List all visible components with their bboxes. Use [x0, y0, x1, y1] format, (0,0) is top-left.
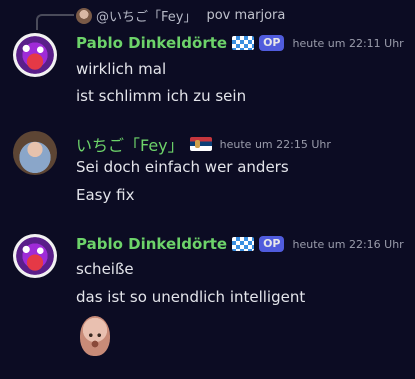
serbia-flag-icon — [189, 137, 212, 151]
avatar[interactable] — [13, 131, 57, 175]
username[interactable]: Pablo Dinkeldörte — [76, 235, 227, 253]
reply-reference[interactable]: @いちご「Fey」 pov marjora — [76, 6, 285, 25]
bavaria-flag-icon — [232, 36, 255, 50]
avatar[interactable] — [13, 33, 57, 77]
message-line: das ist so unendlich intelligent — [76, 288, 306, 306]
message-line: ist schlimm ich zu sein — [76, 87, 247, 105]
message-header: いちご「Fey」 heute um 22:15 Uhr — [76, 132, 331, 156]
message-header: Pablo Dinkeldörte OP heute um 22:16 Uhr — [76, 235, 404, 253]
timestamp: heute um 22:15 Uhr — [219, 137, 331, 151]
timestamp: heute um 22:16 Uhr — [292, 237, 404, 251]
message-line: Easy fix — [76, 186, 135, 204]
reply-connector — [36, 14, 74, 30]
message-header: Pablo Dinkeldörte OP heute um 22:11 Uhr — [76, 34, 404, 52]
username[interactable]: Pablo Dinkeldörte — [76, 34, 227, 52]
message-line: Sei doch einfach wer anders — [76, 158, 289, 176]
bald-head-emoji[interactable] — [80, 316, 110, 356]
op-badge: OP — [259, 236, 285, 252]
timestamp: heute um 22:11 Uhr — [292, 36, 404, 50]
message-line: scheiße — [76, 260, 134, 278]
reply-text: pov marjora — [206, 8, 286, 23]
bavaria-flag-icon — [232, 237, 255, 251]
avatar[interactable] — [13, 234, 57, 278]
reply-author[interactable]: @いちご「Fey」 — [96, 6, 196, 25]
message-line: wirklich mal — [76, 60, 167, 78]
username[interactable]: いちご「Fey」 — [76, 132, 184, 156]
op-badge: OP — [259, 35, 285, 51]
reply-avatar — [76, 7, 92, 24]
